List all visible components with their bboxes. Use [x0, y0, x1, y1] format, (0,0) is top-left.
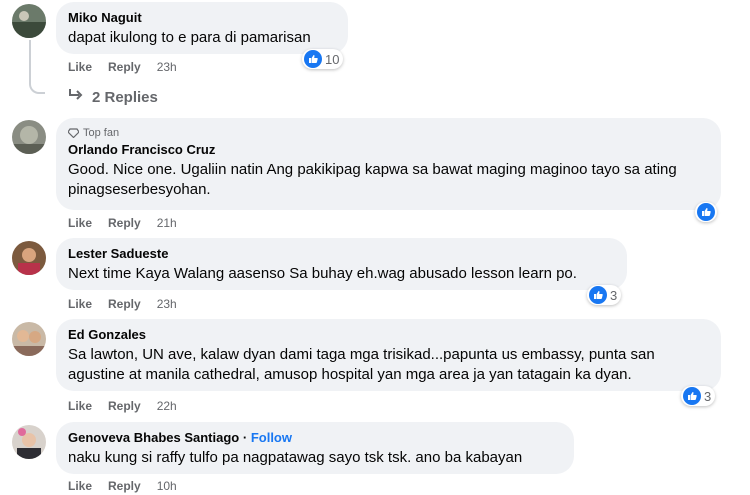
reaction-count[interactable]: 3 [587, 285, 622, 305]
view-replies-link[interactable]: 2 Replies [68, 88, 158, 106]
like-button[interactable]: Like [68, 399, 92, 413]
avatar[interactable] [12, 120, 46, 154]
avatar[interactable] [12, 241, 46, 275]
separator-dot: · [242, 430, 248, 445]
comment-timestamp[interactable]: 21h [157, 216, 177, 230]
comment-author[interactable]: Orlando Francisco Cruz [68, 142, 709, 158]
reply-button[interactable]: Reply [108, 216, 141, 230]
thumbs-up-icon [589, 286, 607, 304]
comment-bubble: Top fan Orlando Francisco Cruz Good. Nic… [56, 118, 721, 210]
thumbs-up-icon [697, 203, 715, 221]
avatar[interactable] [12, 322, 46, 356]
comment-bubble: Genoveva Bhabes Santiago · Follow naku k… [56, 422, 574, 474]
comment-timestamp[interactable]: 23h [157, 297, 177, 311]
comment-bubble: Ed Gonzales Sa lawton, UN ave, kalaw dya… [56, 319, 721, 391]
reaction-number: 3 [610, 287, 618, 303]
comment-text: Sa lawton, UN ave, kalaw dyan dami taga … [68, 346, 655, 383]
top-fan-badge: Top fan [68, 126, 709, 140]
reaction-number: 3 [704, 388, 712, 404]
diamond-icon [68, 128, 79, 138]
like-button[interactable]: Like [68, 60, 92, 74]
comment-actions: Like Reply 23h [68, 297, 177, 311]
thumbs-up-icon [683, 387, 701, 405]
comment-text: dapat ikulong to e para di pamarisan [68, 29, 311, 46]
comment-text: Good. Nice one. Ugaliin natin Ang pakiki… [68, 161, 677, 198]
comment-author[interactable]: Genoveva Bhabes Santiago [68, 430, 239, 445]
reaction-count[interactable]: 10 [302, 49, 344, 69]
follow-button[interactable]: Follow [251, 430, 292, 445]
comment-bubble: Lester Sadueste Next time Kaya Walang aa… [56, 238, 627, 290]
comment-timestamp[interactable]: 22h [157, 399, 177, 413]
reply-button[interactable]: Reply [108, 479, 141, 493]
comment-text: naku kung si raffy tulfo pa nagpatawag s… [68, 449, 523, 466]
like-button[interactable]: Like [68, 479, 92, 493]
comment-author-row: Genoveva Bhabes Santiago · Follow [68, 430, 562, 446]
comment-actions: Like Reply 22h [68, 399, 177, 413]
comment-author[interactable]: Lester Sadueste [68, 246, 615, 262]
reply-button[interactable]: Reply [108, 60, 141, 74]
badge-label: Top fan [83, 127, 120, 139]
like-button[interactable]: Like [68, 297, 92, 311]
thumbs-up-icon [304, 50, 322, 68]
reply-button[interactable]: Reply [108, 399, 141, 413]
comment-bubble: Miko Naguit dapat ikulong to e para di p… [56, 2, 348, 54]
avatar[interactable] [12, 425, 46, 459]
reaction-count[interactable]: 3 [681, 386, 716, 406]
comment-actions: Like Reply 21h [68, 216, 177, 230]
comment-timestamp[interactable]: 23h [157, 60, 177, 74]
comment-timestamp[interactable]: 10h [157, 479, 177, 493]
reply-arrow-icon [68, 88, 84, 106]
reaction-number: 10 [325, 51, 340, 67]
comment-actions: Like Reply 23h [68, 60, 177, 74]
reaction-count[interactable] [695, 202, 717, 222]
like-button[interactable]: Like [68, 216, 92, 230]
comment-text: Next time Kaya Walang aasenso Sa buhay e… [68, 265, 577, 282]
comment-actions: Like Reply 10h [68, 479, 177, 493]
reply-button[interactable]: Reply [108, 297, 141, 311]
avatar[interactable] [12, 4, 46, 38]
thread-line [29, 40, 45, 94]
replies-label: 2 Replies [92, 88, 158, 106]
comment-author[interactable]: Miko Naguit [68, 10, 336, 26]
comment-author[interactable]: Ed Gonzales [68, 327, 709, 343]
